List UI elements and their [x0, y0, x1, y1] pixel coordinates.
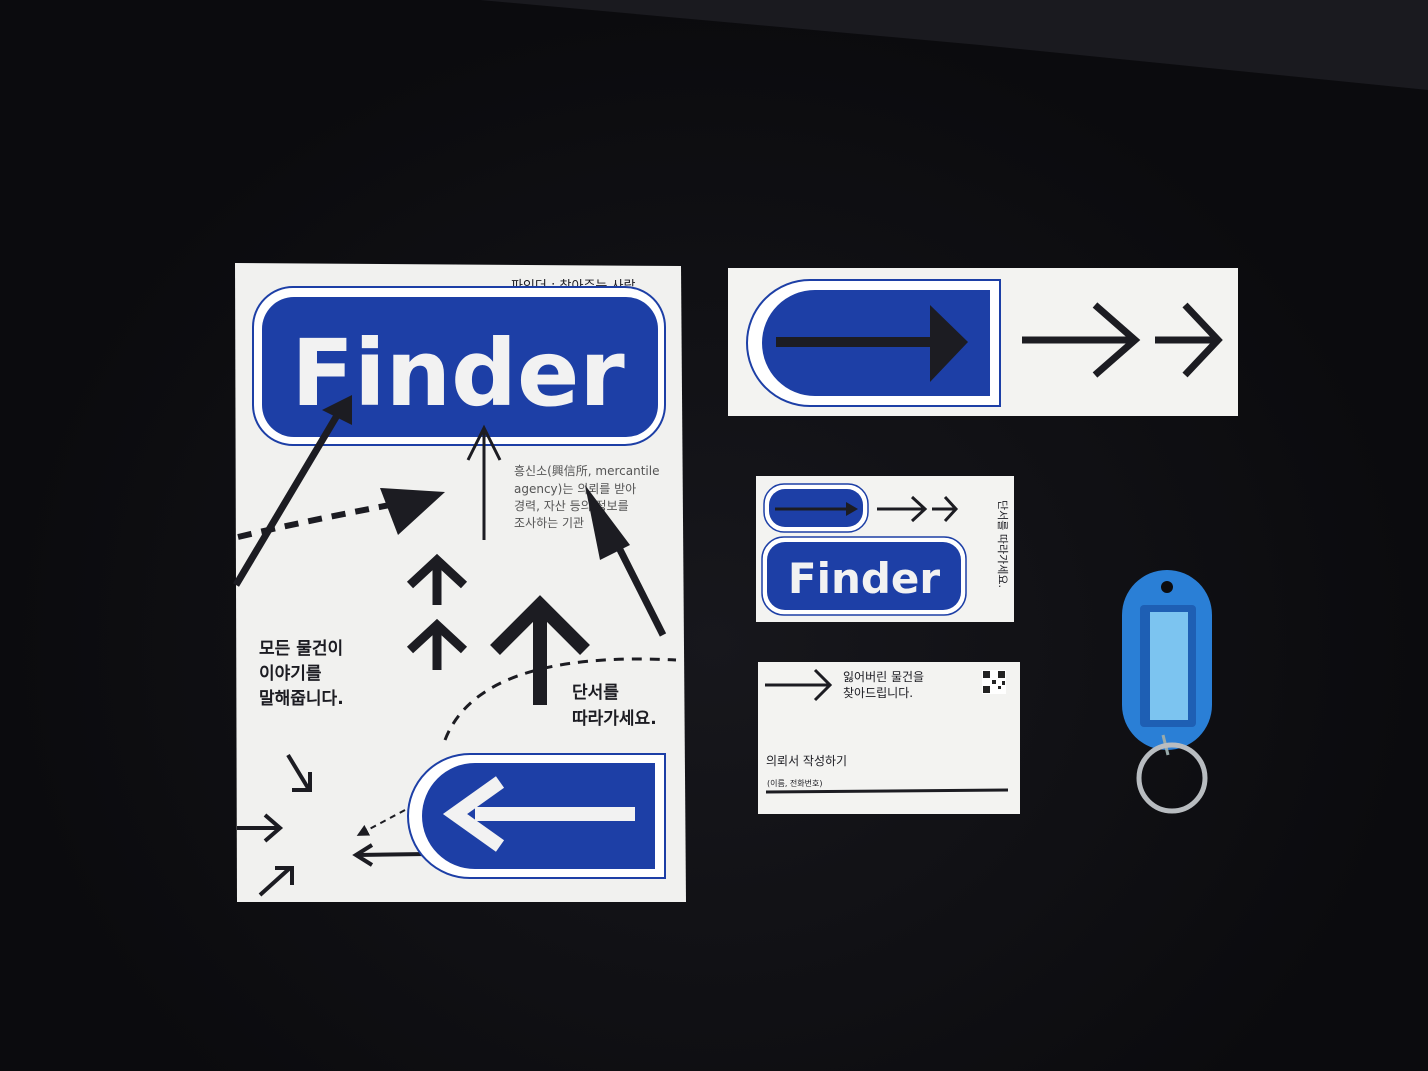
- slogan-line: 말해줍니다.: [259, 688, 344, 709]
- left-arrow-sign: [407, 753, 666, 879]
- vertical-text: 단서를 따라가세요.: [996, 500, 1009, 588]
- form-title: 의뢰서 작성하기: [766, 754, 847, 768]
- business-card: 잃어버린 물건을 찾아드립니다. 의뢰서 작성하기 (이름, 전화번호): [758, 662, 1020, 814]
- card-headline: 잃어버린 물건을: [843, 670, 924, 684]
- slogan-line: 이야기를: [259, 664, 322, 684]
- description-line: 흥신소(興信所, mercantile: [514, 464, 660, 478]
- finder-sticker-card: Finder 단서를 따라가세요.: [756, 476, 1014, 622]
- description-line: 경력, 자산 등의 정보를: [514, 499, 629, 513]
- follow-line: 따라가세요.: [572, 709, 657, 729]
- table-edge: [480, 0, 1428, 90]
- finder-sign: Finder: [252, 286, 666, 446]
- photo-scene: 파인더 : 찾아주는 사람 Finder 흥신소(興信所, mercantile…: [0, 0, 1428, 1071]
- scene-drawing: 파인더 : 찾아주는 사람 Finder 흥신소(興信所, mercantile…: [232, 0, 1428, 902]
- description-line: 조사하는 기관: [514, 516, 584, 530]
- description-line: agency)는 의뢰를 받아: [514, 482, 636, 496]
- poster: 파인더 : 찾아주는 사람 Finder 흥신소(興信所, mercantile…: [232, 263, 686, 902]
- slogan-line: 모든 물건이: [259, 639, 343, 659]
- card-logo: Finder: [788, 554, 941, 603]
- card-headline: 찾아드립니다.: [843, 686, 913, 700]
- form-hint: (이름, 전화번호): [767, 778, 823, 788]
- arrow-sticker-strip: [728, 268, 1238, 416]
- follow-line: 단서를: [572, 683, 619, 703]
- keytag-icon: [1122, 570, 1212, 814]
- qr-code-icon: [982, 670, 1006, 694]
